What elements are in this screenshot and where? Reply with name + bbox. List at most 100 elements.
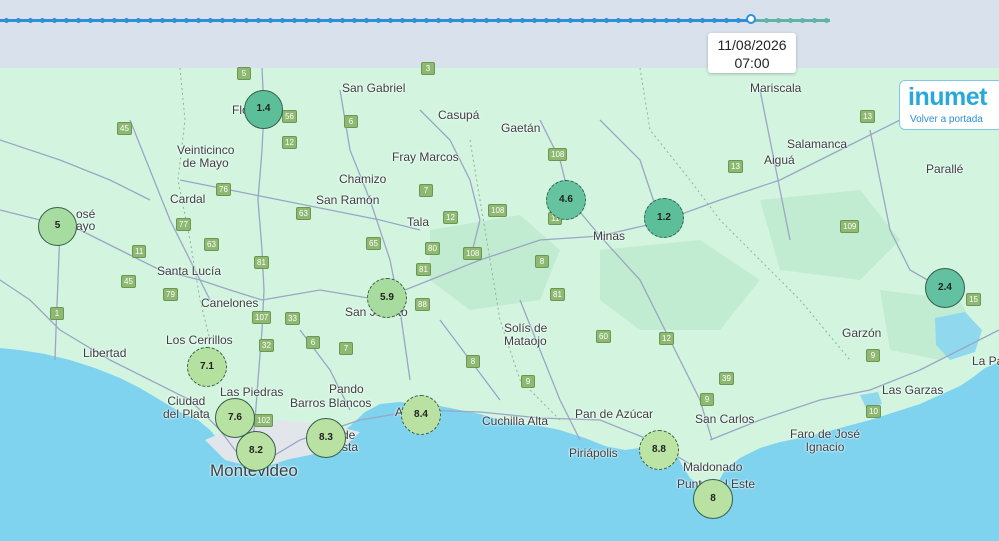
timeline-step[interactable] bbox=[232, 18, 237, 23]
timeline-step[interactable] bbox=[220, 18, 225, 23]
timeline-step[interactable] bbox=[376, 18, 381, 23]
back-to-home-link[interactable]: Volver a portada bbox=[910, 114, 983, 125]
timeline-step[interactable] bbox=[496, 18, 501, 23]
timeline-step[interactable] bbox=[640, 18, 645, 23]
timeline-step[interactable] bbox=[280, 18, 285, 23]
route-shield: 60 bbox=[596, 330, 611, 343]
timeline-step[interactable] bbox=[400, 18, 405, 23]
timeline-step[interactable] bbox=[388, 18, 393, 23]
timeline-step[interactable] bbox=[184, 18, 189, 23]
station-marker[interactable]: 7.1 bbox=[187, 347, 227, 387]
timeline-step[interactable] bbox=[292, 18, 297, 23]
timeline-step[interactable] bbox=[700, 18, 705, 23]
route-shield: 7 bbox=[339, 342, 353, 355]
timeline-step[interactable] bbox=[340, 18, 345, 23]
timeline-handle[interactable] bbox=[746, 14, 756, 24]
timeline-step[interactable] bbox=[64, 18, 69, 23]
timeline-step[interactable] bbox=[268, 18, 273, 23]
timeline-step[interactable] bbox=[472, 18, 477, 23]
timeline-step[interactable] bbox=[172, 18, 177, 23]
timeline-step[interactable] bbox=[812, 18, 817, 23]
timeline-step[interactable] bbox=[556, 18, 561, 23]
route-shield: 45 bbox=[121, 275, 136, 288]
route-shield: 13 bbox=[860, 110, 875, 123]
timeline-step[interactable] bbox=[328, 18, 333, 23]
timeline-step[interactable] bbox=[520, 18, 525, 23]
place-label: San Carlos bbox=[695, 412, 755, 426]
timeline-step[interactable] bbox=[160, 18, 165, 23]
route-shield: 81 bbox=[416, 263, 431, 276]
timeline-step[interactable] bbox=[736, 18, 741, 23]
timeline-step[interactable] bbox=[460, 18, 465, 23]
timeline-step[interactable] bbox=[124, 18, 129, 23]
inumet-logo-link[interactable]: inumet Volver a portada bbox=[899, 80, 999, 130]
timeline-step[interactable] bbox=[544, 18, 549, 23]
timeline-step[interactable] bbox=[40, 18, 45, 23]
tooltip-date: 11/08/2026 bbox=[717, 37, 787, 53]
timeline-step[interactable] bbox=[664, 18, 669, 23]
place-label: San Ramón bbox=[316, 193, 380, 207]
station-marker[interactable]: 2.4 bbox=[925, 268, 965, 308]
timeline-step[interactable] bbox=[100, 18, 105, 23]
timeline-step[interactable] bbox=[88, 18, 93, 23]
timeline-step[interactable] bbox=[508, 18, 513, 23]
timeline-step[interactable] bbox=[316, 18, 321, 23]
timeline-step[interactable] bbox=[724, 18, 729, 23]
timeline-step[interactable] bbox=[76, 18, 81, 23]
timeline-step[interactable] bbox=[788, 18, 793, 23]
timeline-step[interactable] bbox=[652, 18, 657, 23]
route-shield: 109 bbox=[840, 220, 860, 233]
timeline-step[interactable] bbox=[764, 18, 769, 23]
timeline-step[interactable] bbox=[4, 18, 9, 23]
station-marker[interactable]: 5 bbox=[38, 207, 77, 246]
station-marker[interactable]: 8.3 bbox=[306, 418, 346, 458]
map-canvas[interactable] bbox=[0, 0, 999, 541]
timeline-step[interactable] bbox=[256, 18, 261, 23]
timeline-step[interactable] bbox=[412, 18, 417, 23]
place-label: San Gabriel bbox=[342, 81, 406, 95]
place-label: Parallé bbox=[926, 162, 964, 176]
timeline-step[interactable] bbox=[436, 18, 441, 23]
route-shield: 76 bbox=[216, 183, 231, 196]
station-marker[interactable]: 8.8 bbox=[639, 430, 679, 470]
station-marker[interactable]: 1.4 bbox=[244, 90, 283, 129]
timeline-step[interactable] bbox=[592, 18, 597, 23]
place-label: Canelones bbox=[201, 296, 259, 310]
station-marker[interactable]: 8.4 bbox=[401, 395, 441, 435]
timeline-step[interactable] bbox=[800, 18, 805, 23]
timeline-step[interactable] bbox=[244, 18, 249, 23]
timeline-step[interactable] bbox=[424, 18, 429, 23]
station-marker[interactable]: 1.2 bbox=[644, 198, 684, 238]
timeline-step[interactable] bbox=[112, 18, 117, 23]
station-marker[interactable]: 4.6 bbox=[546, 180, 586, 220]
timeline-step[interactable] bbox=[712, 18, 717, 23]
timeline-step[interactable] bbox=[448, 18, 453, 23]
timeline-step[interactable] bbox=[52, 18, 57, 23]
timeline-step[interactable] bbox=[532, 18, 537, 23]
timeline-step[interactable] bbox=[676, 18, 681, 23]
timeline-step[interactable] bbox=[148, 18, 153, 23]
timeline-track[interactable] bbox=[0, 18, 830, 23]
timeline-step[interactable] bbox=[688, 18, 693, 23]
timeline-step[interactable] bbox=[136, 18, 141, 23]
route-shield: 81 bbox=[254, 256, 269, 269]
timeline-step[interactable] bbox=[208, 18, 213, 23]
timeline-step[interactable] bbox=[776, 18, 781, 23]
timeline-step[interactable] bbox=[484, 18, 489, 23]
timeline-step[interactable] bbox=[580, 18, 585, 23]
timeline-step[interactable] bbox=[604, 18, 609, 23]
timeline-step[interactable] bbox=[16, 18, 21, 23]
timeline-step[interactable] bbox=[628, 18, 633, 23]
station-marker[interactable]: 8.2 bbox=[236, 431, 276, 471]
timeline-step[interactable] bbox=[352, 18, 357, 23]
station-marker[interactable]: 5.9 bbox=[367, 278, 407, 318]
route-shield: 3 bbox=[421, 62, 435, 75]
timeline-step[interactable] bbox=[824, 18, 829, 23]
timeline-step[interactable] bbox=[196, 18, 201, 23]
timeline-step[interactable] bbox=[364, 18, 369, 23]
station-marker[interactable]: 8 bbox=[693, 479, 733, 519]
timeline-step[interactable] bbox=[28, 18, 33, 23]
timeline-step[interactable] bbox=[304, 18, 309, 23]
timeline-step[interactable] bbox=[616, 18, 621, 23]
timeline-step[interactable] bbox=[568, 18, 573, 23]
